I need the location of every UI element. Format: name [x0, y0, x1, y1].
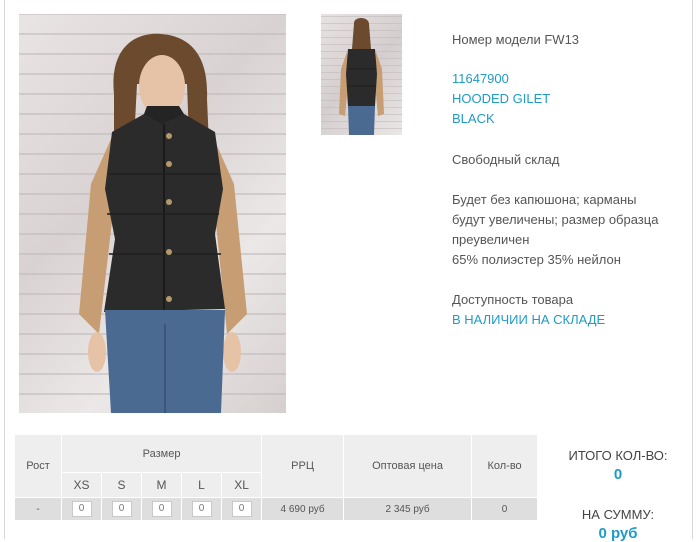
rrp-value: 4 690 руб — [261, 497, 345, 521]
model-front-illustration — [79, 33, 247, 413]
qty-input-s[interactable]: 0 — [111, 501, 132, 517]
table-row: - 0 0 0 0 0 4 690 руб 2 345 руб 0 — [14, 497, 539, 521]
model-number: Номер модели FW13 — [452, 32, 580, 47]
order-totals: ИТОГО КОЛ-ВО: 0 НА СУММУ: 0 руб — [548, 440, 688, 542]
wholesale-value: 2 345 руб — [343, 497, 473, 521]
qty-input-xs[interactable]: 0 — [71, 501, 92, 517]
size-s: S — [101, 472, 142, 498]
description-line: преувеличен — [452, 232, 530, 247]
availability-label: Доступность товара — [452, 292, 574, 307]
product-name-link[interactable]: HOODED GILET — [452, 89, 550, 109]
col-header-size: Размер — [60, 434, 263, 473]
model-back-illustration — [339, 18, 384, 135]
description-line: Будет без капюшона; карманы — [452, 192, 637, 207]
warehouse-label: Свободный склад — [452, 152, 560, 167]
product-thumbnail-back[interactable] — [321, 14, 402, 135]
product-main-photo[interactable] — [19, 14, 286, 413]
col-header-qty: Кол-во — [471, 434, 539, 498]
row-qty-value: 0 — [471, 497, 539, 521]
height-value: - — [14, 497, 62, 521]
order-table: Рост Размер РРЦ Оптовая цена Кол-во XS S… — [14, 434, 539, 521]
col-header-height: Рост — [14, 434, 62, 498]
availability-status: В НАЛИЧИИ НА СКЛАДЕ — [452, 312, 606, 327]
qty-input-xl[interactable]: 0 — [231, 501, 252, 517]
composition-line: 65% полиэстер 35% нейлон — [452, 252, 621, 267]
total-count-label: ИТОГО КОЛ-ВО: — [568, 448, 668, 463]
total-count-value: 0 — [613, 466, 623, 483]
qty-input-l[interactable]: 0 — [191, 501, 212, 517]
size-m: M — [141, 472, 182, 498]
total-sum-label: НА СУММУ: — [581, 507, 655, 522]
col-header-rrp: РРЦ — [261, 434, 345, 498]
product-color-link[interactable]: BLACK — [452, 109, 495, 129]
qty-input-m[interactable]: 0 — [151, 501, 172, 517]
size-xs: XS — [61, 472, 102, 498]
col-header-wholesale: Оптовая цена — [343, 434, 473, 498]
description-line: будут увеличены; размер образца — [452, 212, 659, 227]
article-link[interactable]: 11647900 — [452, 69, 509, 89]
size-xl: XL — [220, 472, 263, 498]
total-sum-value: 0 руб — [598, 525, 638, 542]
size-l: L — [181, 472, 222, 498]
